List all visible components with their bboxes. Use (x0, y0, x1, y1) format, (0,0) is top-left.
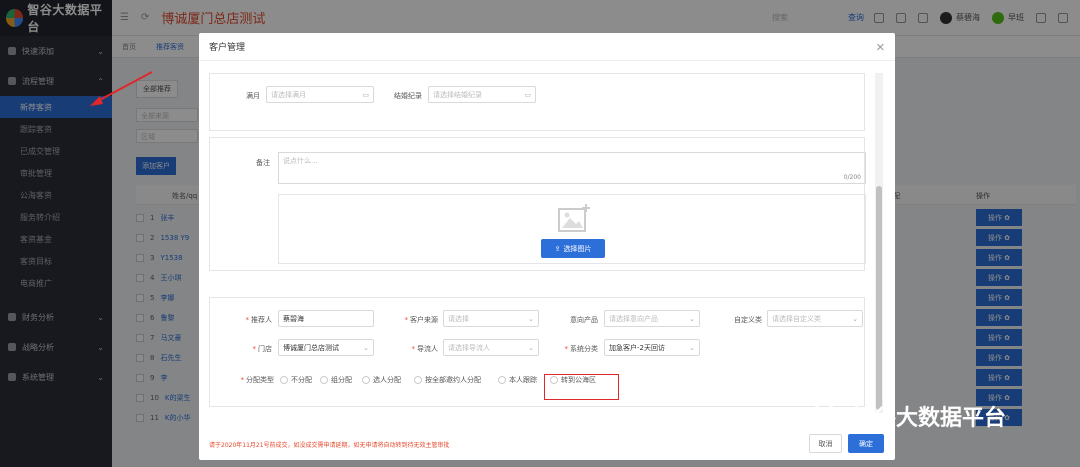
custom-class-placeholder: 请选择自定义类 (772, 314, 821, 323)
referrer-label: * 推荐人 (245, 316, 273, 324)
chevron-down-icon: ⌄ (852, 314, 858, 323)
month-placeholder: 请选择满月 (271, 90, 306, 99)
chevron-down-icon: ⌄ (528, 343, 534, 352)
custom-class-select[interactable]: 请选择自定义类 ⌄ (767, 310, 863, 327)
select-image-label: 选择图片 (563, 244, 592, 253)
confirm-button[interactable]: 确定 (848, 434, 884, 453)
source-label: * 客户来源 (404, 316, 439, 324)
radio-label: 组分配 (331, 376, 352, 384)
watermark: 智谷大数据平台 (812, 400, 1006, 432)
remark-counter: 0/200 (843, 174, 861, 181)
source-placeholder: 请选择 (448, 314, 469, 323)
guide-label: * 导流人 (411, 345, 439, 353)
radio-pick-person[interactable]: 选人分配 (362, 375, 401, 385)
remark-panel: 备注 说点什么... 0/200 ⇪ 选择图片 (209, 137, 866, 271)
cancel-button[interactable]: 取消 (809, 434, 842, 453)
image-upload-area[interactable]: ⇪ 选择图片 (278, 194, 866, 264)
upload-icon: ⇪ (554, 244, 561, 253)
remark-textarea[interactable]: 说点什么... 0/200 (278, 152, 866, 184)
guide-placeholder: 请选择导流人 (448, 343, 490, 352)
system-class-select[interactable]: 加急客户-2天回访 ⌄ (604, 339, 700, 356)
remark-placeholder: 说点什么... (283, 157, 318, 165)
dialog-header: 客户管理 (199, 33, 895, 61)
highlight-box (544, 374, 619, 400)
chevron-down-icon: ⌄ (363, 343, 369, 352)
radio-dot (414, 376, 422, 384)
select-image-button[interactable]: ⇪ 选择图片 (541, 239, 605, 258)
radio-label: 选人分配 (373, 376, 401, 384)
wedding-label: 结婚纪录 (394, 92, 422, 100)
referrer-input[interactable]: 蔡碧海 (278, 310, 374, 327)
chevron-down-icon: ⌄ (689, 314, 695, 323)
radio-group-assign[interactable]: 组分配 (320, 375, 352, 385)
dates-panel: 满月 请选择满月 ▭ 结婚纪录 请选择结婚纪录 ▭ (209, 73, 865, 131)
referrer-value: 蔡碧海 (283, 314, 304, 323)
chevron-down-icon: ⌄ (528, 314, 534, 323)
store-select[interactable]: 博诚厦门总店测试 ⌄ (278, 339, 374, 356)
radio-dot (320, 376, 328, 384)
dialog-title: 客户管理 (209, 43, 246, 53)
deadline-note: 请于2020年11月21号前成交，如没成交需申请延期，如无申请将自动转到待无效主… (209, 442, 450, 449)
wedding-date-input[interactable]: 请选择结婚纪录 ▭ (428, 86, 536, 103)
scrollbar-thumb[interactable] (876, 186, 882, 410)
month-date-input[interactable]: 请选择满月 ▭ (266, 86, 374, 103)
dialog-body: 满月 请选择满月 ▭ 结婚纪录 请选择结婚纪录 ▭ 备注 说点什么... 0/2… (209, 73, 869, 408)
radio-no-assign[interactable]: 不分配 (280, 375, 312, 385)
wechat-icon (812, 403, 843, 428)
store-value: 博诚厦门总店测试 (283, 343, 339, 352)
radio-self-track[interactable]: 本人跟踪 (498, 375, 537, 385)
radio-dot (362, 376, 370, 384)
radio-label: 按全部邀约人分配 (425, 376, 481, 384)
radio-all-inviters[interactable]: 按全部邀约人分配 (414, 375, 481, 385)
radio-label: 不分配 (291, 376, 312, 384)
system-class-value: 加急客户-2天回访 (609, 343, 665, 352)
source-select[interactable]: 请选择 ⌄ (443, 310, 539, 327)
calendar-icon: ▭ (524, 90, 531, 99)
calendar-icon: ▭ (362, 90, 369, 99)
close-icon[interactable]: ✕ (876, 41, 885, 54)
product-label: 意向产品 (570, 316, 598, 324)
wedding-placeholder: 请选择结婚纪录 (433, 90, 482, 99)
assign-type-label: * 分配类型 (240, 376, 275, 384)
watermark-text: 智谷大数据平台 (852, 406, 1007, 431)
custom-class-label: 自定义类 (734, 316, 762, 324)
month-label: 满月 (246, 92, 260, 100)
store-label: * 门店 (252, 345, 273, 353)
guide-select[interactable]: 请选择导流人 ⌄ (443, 339, 539, 356)
product-placeholder: 请选择意向产品 (609, 314, 658, 323)
radio-dot (498, 376, 506, 384)
radio-label: 本人跟踪 (509, 376, 537, 384)
system-class-label: * 系统分类 (564, 345, 599, 353)
assignment-panel: * 推荐人 蔡碧海 * 客户来源 请选择 ⌄ 意向产品 请选择意向产品 ⌄ 自定义类 请… (209, 297, 865, 407)
image-placeholder-icon (558, 204, 590, 232)
remark-label: 备注 (256, 159, 270, 167)
product-select[interactable]: 请选择意向产品 ⌄ (604, 310, 700, 327)
chevron-down-icon: ⌄ (689, 343, 695, 352)
radio-dot (280, 376, 288, 384)
